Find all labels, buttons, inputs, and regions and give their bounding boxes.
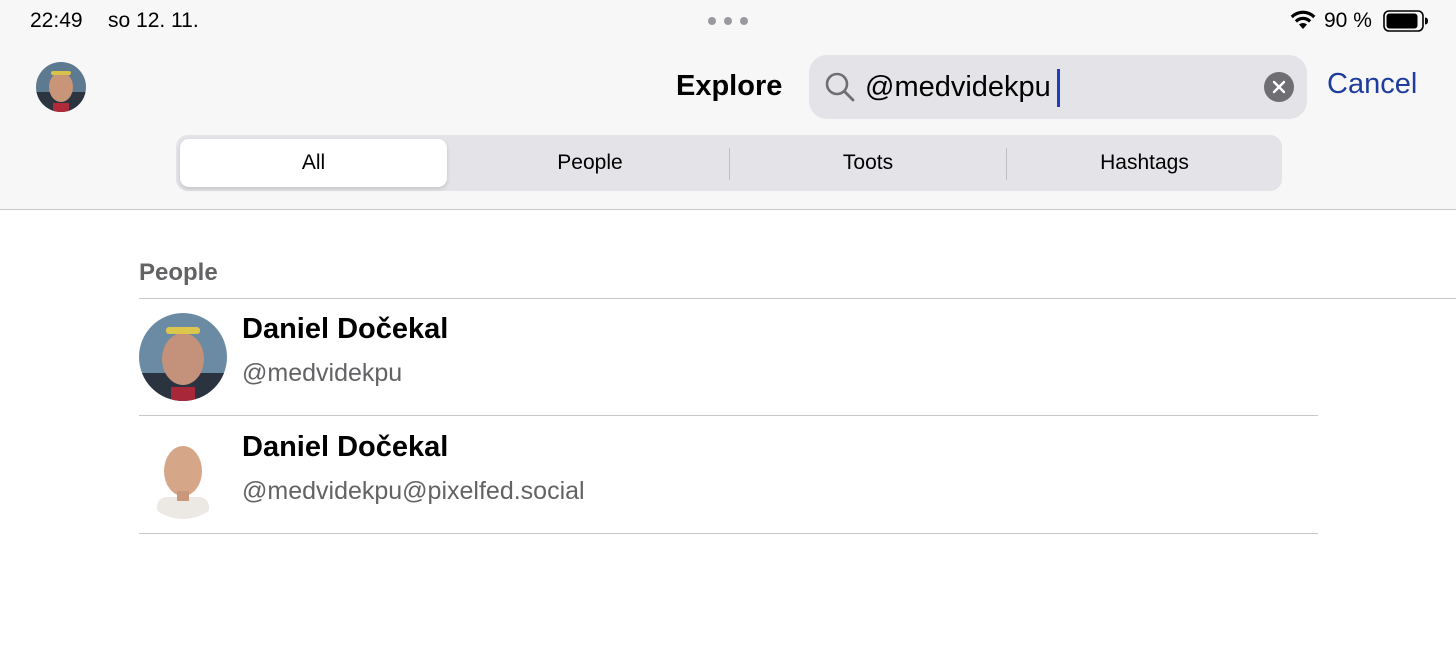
person-handle: @medvidekpu xyxy=(242,359,403,387)
search-icon xyxy=(825,72,855,102)
list-item[interactable]: Daniel Dočekal @medvidekpu@pixelfed.soci… xyxy=(139,417,1318,534)
wifi-icon xyxy=(1290,10,1316,29)
person-handle: @medvidekpu@pixelfed.social xyxy=(242,477,585,505)
page-title: Explore xyxy=(676,70,783,102)
clear-search-button[interactable] xyxy=(1264,72,1294,102)
avatar xyxy=(139,313,227,401)
status-time: 22:49 xyxy=(30,9,83,32)
top-bar: 22:49 so 12. 11. 90 % Explore @medvidekp… xyxy=(0,0,1456,210)
multitasking-dots-icon[interactable] xyxy=(708,17,748,25)
text-cursor xyxy=(1057,69,1060,107)
row-divider xyxy=(139,533,1318,534)
search-input[interactable] xyxy=(865,55,1257,119)
status-date: so 12. 11. xyxy=(108,9,199,32)
person-name: Daniel Dočekal xyxy=(242,313,449,345)
person-name: Daniel Dočekal xyxy=(242,431,449,463)
segment-toots[interactable]: Toots xyxy=(730,135,1006,191)
search-scope-segmented-control: All People Toots Hashtags xyxy=(176,135,1282,191)
segment-people[interactable]: People xyxy=(452,135,728,191)
profile-avatar[interactable] xyxy=(36,62,86,112)
row-divider xyxy=(139,415,1318,416)
cancel-button[interactable]: Cancel xyxy=(1327,68,1417,101)
battery-percent: 90 % xyxy=(1324,9,1372,32)
section-header-people: People xyxy=(139,259,218,286)
segment-hashtags[interactable]: Hashtags xyxy=(1007,135,1282,191)
list-item[interactable]: Daniel Dočekal @medvidekpu xyxy=(139,299,1318,416)
battery-icon xyxy=(1383,10,1428,32)
avatar xyxy=(139,431,227,519)
search-field[interactable] xyxy=(809,55,1307,119)
segment-all[interactable]: All xyxy=(180,139,447,187)
clear-icon xyxy=(1272,80,1286,94)
